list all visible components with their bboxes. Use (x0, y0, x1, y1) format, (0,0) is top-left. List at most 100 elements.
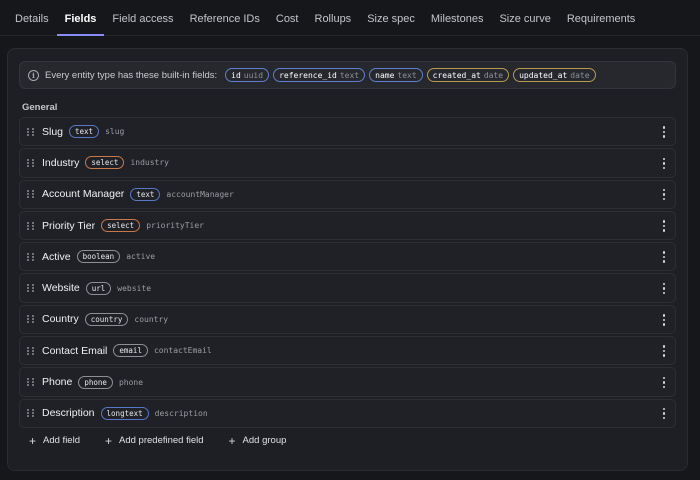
builtin-fields-banner: i Every entity type has these built-in f… (19, 61, 676, 89)
field-key: description (154, 408, 208, 418)
field-actions: + Add field + Add predefined field + Add… (29, 433, 311, 448)
field-label: Description (42, 407, 95, 420)
more-options-icon[interactable] (657, 155, 671, 171)
drag-handle-icon[interactable] (27, 409, 35, 418)
tab-milestones[interactable]: Milestones (423, 0, 492, 36)
field-key: phone (118, 377, 144, 387)
field-key: priorityTier (146, 221, 204, 231)
builtin-field-chip: created_at date (426, 68, 510, 82)
section-title: General (22, 102, 58, 113)
builtin-field-name: id (231, 70, 241, 80)
field-label: Priority Tier (42, 219, 96, 232)
field-row[interactable]: Website url website (19, 273, 676, 303)
tab-fields[interactable]: Fields (56, 0, 105, 36)
field-label: Active (42, 250, 71, 263)
more-options-icon[interactable] (657, 406, 671, 422)
builtin-field-type: text (339, 70, 360, 80)
drag-handle-icon[interactable] (27, 252, 35, 261)
field-row[interactable]: Industry select industry (19, 148, 676, 178)
builtin-field-type: date (483, 70, 504, 80)
field-key: contactEmail (153, 346, 212, 356)
builtin-field-type: text (397, 70, 417, 80)
tab-bar: Details Fields Field access Reference IDs Co… (0, 0, 700, 36)
drag-handle-icon[interactable] (27, 158, 35, 167)
more-options-icon[interactable] (657, 249, 671, 265)
tab-reference-ids[interactable]: Reference IDs (182, 0, 268, 36)
field-key: industry (130, 158, 169, 168)
more-options-icon[interactable] (657, 374, 671, 390)
builtin-field-name: reference_id (279, 70, 337, 80)
field-type-badge: email (113, 344, 148, 358)
tab-requirements[interactable]: Requirements (559, 0, 643, 36)
field-label: Contact Email (42, 344, 108, 357)
field-type-badge: text (130, 187, 161, 201)
add-predefined-field-label: Add predefined field (119, 435, 204, 446)
field-row[interactable]: Phone phone phone (19, 367, 676, 397)
drag-handle-icon[interactable] (27, 284, 35, 293)
field-label: Account Manager (42, 188, 125, 201)
builtin-field-chips: id uuid reference_id text name text created_at… (225, 68, 599, 82)
tab-field-access[interactable]: Field access (104, 0, 181, 36)
fields-panel: i Every entity type has these built-in f… (7, 48, 688, 471)
field-label: Phone (42, 376, 73, 389)
field-type-badge: boolean (76, 250, 121, 264)
field-row[interactable]: Active boolean active (19, 242, 676, 272)
field-type-badge: country (84, 312, 129, 326)
field-row[interactable]: Description longtext description (19, 398, 676, 428)
field-type-badge: longtext (100, 406, 149, 420)
more-options-icon[interactable] (657, 312, 671, 328)
field-row[interactable]: Slug text slug (19, 117, 676, 147)
tab-size-curve[interactable]: Size curve (491, 0, 558, 36)
builtin-field-chip: name text (369, 68, 423, 82)
field-key: accountManager (166, 189, 234, 199)
field-label: Slug (42, 125, 64, 138)
builtin-field-type: date (570, 70, 590, 80)
plus-icon: + (29, 433, 37, 448)
field-label: Website (42, 282, 80, 295)
builtin-field-chip: reference_id text (273, 68, 366, 82)
more-options-icon[interactable] (657, 280, 671, 296)
field-type-badge: select (85, 156, 125, 170)
banner-text: Every entity type has these built-in fie… (45, 69, 218, 81)
field-label: Country (42, 313, 79, 326)
field-row[interactable]: Country country country (19, 304, 676, 335)
tab-size-spec[interactable]: Size spec (359, 0, 423, 36)
info-icon: i (28, 69, 39, 81)
add-predefined-field-button[interactable]: + Add predefined field (105, 433, 204, 448)
plus-icon: + (228, 433, 236, 448)
field-type-badge: url (85, 281, 112, 295)
drag-handle-icon[interactable] (27, 346, 35, 355)
tab-cost[interactable]: Cost (268, 0, 307, 36)
field-row[interactable]: Contact Email email contactEmail (19, 336, 676, 366)
drag-handle-icon[interactable] (27, 127, 35, 136)
builtin-field-chip: updated_at date (513, 68, 596, 82)
add-group-button[interactable]: + Add group (228, 433, 287, 448)
more-options-icon[interactable] (657, 218, 671, 234)
drag-handle-icon[interactable] (27, 190, 35, 199)
drag-handle-icon[interactable] (27, 221, 35, 230)
drag-handle-icon[interactable] (27, 315, 35, 324)
field-label: Industry (42, 156, 80, 169)
builtin-field-name: created_at (432, 70, 481, 80)
field-type-badge: phone (78, 375, 113, 389)
builtin-field-chip: id uuid (225, 68, 270, 82)
add-group-label: Add group (242, 435, 287, 446)
add-field-button[interactable]: + Add field (29, 433, 80, 448)
field-row[interactable]: Account Manager text accountManager (19, 179, 676, 209)
field-type-badge: select (101, 219, 141, 233)
field-key: website (117, 283, 152, 293)
field-key: slug (105, 127, 125, 137)
field-key: active (126, 252, 156, 262)
builtin-field-name: name (375, 70, 395, 80)
more-options-icon[interactable] (657, 343, 671, 359)
field-type-badge: text (69, 125, 100, 139)
field-key: country (134, 314, 169, 324)
add-field-label: Add field (43, 435, 80, 446)
tab-details[interactable]: Details (7, 0, 57, 36)
field-row[interactable]: Priority Tier select priorityTier (19, 210, 676, 241)
plus-icon: + (105, 433, 113, 448)
more-options-icon[interactable] (657, 124, 671, 140)
more-options-icon[interactable] (657, 187, 671, 203)
drag-handle-icon[interactable] (27, 378, 35, 387)
tab-rollups[interactable]: Rollups (307, 0, 360, 36)
